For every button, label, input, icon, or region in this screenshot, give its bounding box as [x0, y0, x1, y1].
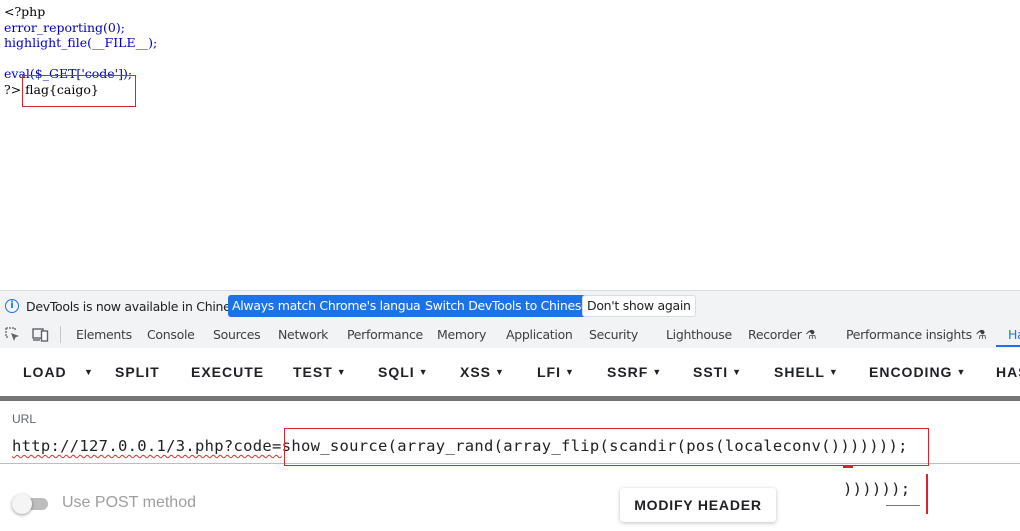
- active-tab-indicator: [996, 345, 1020, 347]
- device-toolbar-icon[interactable]: [32, 327, 49, 342]
- tab-performance[interactable]: Performance: [347, 327, 423, 342]
- post-method-label: Use POST method: [62, 494, 196, 511]
- caret-down-icon: ▼: [652, 367, 663, 377]
- tab-elements[interactable]: Elements: [76, 327, 132, 342]
- ssrf-menu[interactable]: SSRF ▼: [607, 364, 662, 380]
- tab-recorder[interactable]: Recorder ⚗: [748, 327, 817, 342]
- caret-down-icon: ▼: [336, 367, 347, 377]
- devtools-tab-bar: Elements Console Sources Network Perform…: [0, 322, 1020, 349]
- ssti-menu[interactable]: SSTI ▼: [693, 364, 742, 380]
- modify-header-button[interactable]: MODIFY HEADER: [620, 488, 776, 522]
- payload-highlight-box: [284, 428, 929, 466]
- dont-show-again-button[interactable]: Don't show again: [582, 295, 696, 317]
- hackbar-toolbar: LOAD ▼ SPLIT EXECUTE TEST ▼ SQLI ▼ XSS ▼ LF…: [0, 348, 1020, 398]
- sqli-label: SQLI: [378, 364, 415, 380]
- xss-menu[interactable]: XSS ▼: [460, 364, 505, 380]
- input-cursor-line: [886, 505, 920, 506]
- load-dropdown-caret[interactable]: ▼: [80, 364, 94, 380]
- caret-down-icon: ▼: [828, 367, 839, 377]
- encoding-menu[interactable]: ENCODING ▼: [869, 364, 966, 380]
- code-text: highlight_file(__FILE__);: [4, 35, 158, 50]
- code-line-3: highlight_file(__FILE__);: [4, 35, 157, 51]
- shell-label: SHELL: [774, 364, 825, 380]
- hash-menu[interactable]: HAS: [996, 364, 1020, 380]
- post-method-toggle-knob[interactable]: [12, 494, 32, 514]
- tab-application[interactable]: Application: [506, 327, 573, 342]
- xss-label: XSS: [460, 364, 492, 380]
- tab-recorder-label: Recorder: [748, 327, 802, 342]
- caret-down-icon: ▼: [495, 367, 505, 377]
- caret-down-icon: ▼: [956, 367, 967, 377]
- tab-network[interactable]: Network: [278, 327, 328, 342]
- ssti-label: SSTI: [693, 364, 729, 380]
- lfi-label: LFI: [537, 364, 561, 380]
- flag-highlight-box: [22, 75, 136, 107]
- load-button[interactable]: LOAD: [23, 364, 67, 380]
- info-icon: i: [5, 299, 19, 313]
- test-menu[interactable]: TEST ▼: [293, 364, 347, 380]
- tab-hackbar[interactable]: Ha: [1008, 327, 1020, 342]
- caret-down-icon: ▼: [84, 367, 94, 377]
- flask-icon: ⚗: [805, 327, 817, 342]
- code-line-2: error_reporting(0);: [4, 20, 157, 36]
- tab-console[interactable]: Console: [147, 327, 195, 342]
- tab-sources[interactable]: Sources: [213, 327, 261, 342]
- caret-down-icon: ▼: [565, 367, 575, 377]
- code-line-1: <?php: [4, 4, 157, 20]
- shell-menu[interactable]: SHELL ▼: [774, 364, 839, 380]
- tab-performance-insights[interactable]: Performance insights ⚗: [846, 327, 987, 342]
- split-button[interactable]: SPLIT: [115, 364, 160, 380]
- annotation-mark: [926, 474, 928, 514]
- inspect-element-icon[interactable]: [5, 327, 20, 342]
- always-match-language-button[interactable]: Always match Chrome's language: [228, 295, 440, 317]
- code-text: <?php: [4, 4, 46, 19]
- lfi-menu[interactable]: LFI ▼: [537, 364, 575, 380]
- notice-message: DevTools is now available in Chinese!: [26, 299, 249, 314]
- switch-to-chinese-button[interactable]: Switch DevTools to Chinese: [421, 295, 593, 317]
- tab-lighthouse[interactable]: Lighthouse: [666, 327, 732, 342]
- hackbar-divider: [0, 396, 1020, 401]
- devtools-language-notice: i DevTools is now available in Chinese! …: [0, 290, 1020, 323]
- caret-down-icon: ▼: [418, 367, 429, 377]
- url-label: URL: [12, 412, 37, 426]
- encoding-label: ENCODING: [869, 364, 953, 380]
- execute-button[interactable]: EXECUTE: [191, 364, 264, 380]
- url-input-wrapped-line[interactable]: ))))));: [843, 480, 920, 498]
- tab-divider: [60, 326, 61, 343]
- tab-security[interactable]: Security: [589, 327, 638, 342]
- caret-down-icon: ▼: [732, 367, 743, 377]
- test-label: TEST: [293, 364, 333, 380]
- url-prefix: http://127.0.0.1/3.php?code=: [12, 437, 282, 455]
- sqli-menu[interactable]: SQLI ▼: [378, 364, 429, 380]
- tab-performance-insights-label: Performance insights: [846, 327, 972, 342]
- annotation-mark: [843, 466, 853, 468]
- code-text: error_reporting(0);: [4, 19, 125, 35]
- flask-icon: ⚗: [975, 327, 987, 342]
- ssrf-label: SSRF: [607, 364, 649, 380]
- tab-memory[interactable]: Memory: [437, 327, 486, 342]
